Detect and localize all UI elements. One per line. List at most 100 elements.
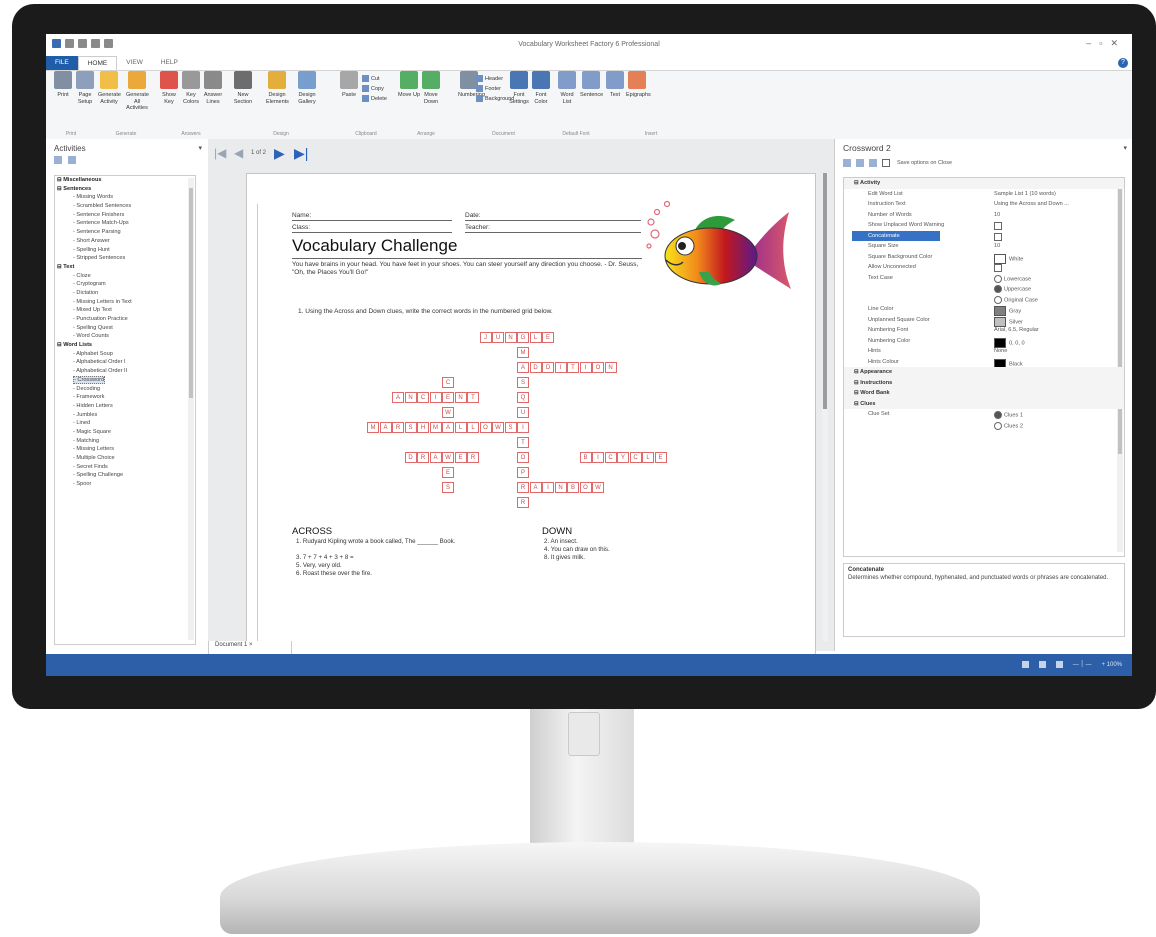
ribbon-button[interactable]: Design Elements: [266, 71, 289, 105]
tree-item[interactable]: - Secret Finds: [55, 463, 195, 472]
property-value[interactable]: Arial, 6.5, Regular: [994, 327, 1039, 333]
property-value[interactable]: Clues 1: [994, 411, 1023, 419]
worksheet-page[interactable]: Name: Date: Class: Teacher: Vocabulary C…: [246, 173, 816, 655]
ribbon-button[interactable]: Show Key: [158, 71, 180, 105]
property-value[interactable]: Sample List 1 (10 words): [994, 191, 1056, 197]
property-row[interactable]: Square Size 10: [844, 241, 1124, 252]
property-row[interactable]: Instruction Text Using the Across and Dow…: [844, 199, 1124, 210]
property-row[interactable]: Number of Words 10: [844, 210, 1124, 221]
property-row[interactable]: Allow Unconnected: [844, 262, 1124, 273]
property-section[interactable]: ⊟ Appearance: [844, 367, 1124, 378]
property-row[interactable]: Clue Set Clues 1: [844, 409, 1124, 420]
property-value[interactable]: Using the Across and Down ...: [994, 201, 1069, 207]
activities-scrollbar[interactable]: [188, 178, 194, 640]
checkbox-icon[interactable]: [994, 264, 1002, 272]
ribbon-button[interactable]: Word List: [556, 71, 578, 105]
property-section[interactable]: ⊟ Instructions: [844, 377, 1124, 388]
tree-item[interactable]: - Scrambled Sentences: [55, 202, 195, 211]
tree-item[interactable]: - Spelling Hunt: [55, 246, 195, 255]
property-row[interactable]: Unplanned Square Color Silver: [844, 315, 1124, 327]
previous-page-icon[interactable]: ◀: [234, 146, 243, 160]
tree-item[interactable]: - Missing Letters: [55, 445, 195, 454]
property-value[interactable]: 10: [994, 212, 1000, 218]
tree-item[interactable]: - Sentence Parsing: [55, 228, 195, 237]
property-row[interactable]: Numbering Font Arial, 6.5, Regular: [844, 325, 1124, 336]
property-value[interactable]: Uppercase: [994, 285, 1031, 293]
tree-item[interactable]: - Dictation: [55, 289, 195, 298]
ribbon-button[interactable]: Answer Lines: [202, 71, 224, 105]
view-normal-icon[interactable]: [1021, 661, 1029, 668]
ribbon-small-button[interactable]: Delete: [362, 95, 387, 102]
ribbon-button[interactable]: Page Setup: [74, 71, 96, 105]
radio-icon[interactable]: [994, 285, 1002, 293]
tree-category[interactable]: ⊟ Sentences: [55, 185, 195, 194]
property-row[interactable]: Hints None: [844, 346, 1124, 357]
tree-item[interactable]: - Magic Square: [55, 428, 195, 437]
tree-category[interactable]: ⊟ Word Lists: [55, 341, 195, 350]
ribbon-small-button[interactable]: Copy: [362, 85, 384, 92]
tree-category[interactable]: ⊟ Miscellaneous: [55, 176, 195, 185]
page-indicator[interactable]: 1 of 2: [251, 150, 266, 156]
property-row[interactable]: Line Color Gray: [844, 304, 1124, 316]
zoom-level[interactable]: + 100%: [1101, 662, 1122, 668]
tree-item[interactable]: - Missing Words: [55, 193, 195, 202]
tree-item[interactable]: - Jumbles: [55, 411, 195, 420]
ribbon-button[interactable]: Epigraphs: [626, 71, 651, 99]
tree-item[interactable]: - Spoor: [55, 480, 195, 489]
ribbon-button[interactable]: Key Colors: [180, 71, 202, 105]
tree-item[interactable]: - Sentence Finishers: [55, 211, 195, 220]
tab-view[interactable]: VIEW: [117, 56, 152, 70]
property-value[interactable]: 10: [994, 243, 1000, 249]
property-section[interactable]: ⊟ Activity: [844, 178, 1124, 189]
ribbon-button[interactable]: Font Color: [530, 71, 552, 105]
last-page-icon[interactable]: ▶|: [294, 145, 308, 162]
collapse-all-icon[interactable]: [68, 156, 76, 164]
tree-item[interactable]: - Word Counts: [55, 332, 195, 341]
property-row[interactable]: Clues 2: [844, 420, 1124, 431]
ribbon-small-button[interactable]: Header: [476, 75, 503, 82]
property-row[interactable]: Edit Word List Sample List 1 (10 words): [844, 189, 1124, 200]
tree-item[interactable]: - Cloze: [55, 272, 195, 281]
tab-help[interactable]: HELP: [152, 56, 187, 70]
property-value[interactable]: [994, 264, 1004, 272]
tree-item[interactable]: - Alphabetical Order I: [55, 358, 195, 367]
save-options-icon[interactable]: [869, 159, 877, 167]
document-scrollbar[interactable]: [822, 173, 828, 641]
tree-item[interactable]: - Mixed Up Text: [55, 306, 195, 315]
tree-item[interactable]: - Sentence Match-Ups: [55, 219, 195, 228]
property-row[interactable]: Numbering Color 0, 0, 0: [844, 336, 1124, 348]
tree-item[interactable]: - Decoding: [55, 385, 195, 394]
property-row[interactable]: Text Case Lowercase: [844, 273, 1124, 284]
radio-icon[interactable]: [994, 295, 1002, 304]
view-page-icon[interactable]: [1038, 661, 1046, 668]
property-section[interactable]: ⊟ Word Bank: [844, 388, 1124, 399]
tree-item[interactable]: - Stripped Sentences: [55, 254, 195, 263]
categorized-icon[interactable]: [843, 159, 851, 167]
property-value[interactable]: None: [994, 348, 1007, 354]
window-controls[interactable]: –▫✕: [1086, 38, 1126, 49]
property-section[interactable]: ⊟ Clues: [844, 398, 1124, 409]
pin-icon[interactable]: ▾: [1123, 144, 1127, 152]
property-value[interactable]: Clues 2: [994, 421, 1023, 430]
tab-home[interactable]: HOME: [77, 56, 118, 70]
property-row[interactable]: Concatenate: [844, 230, 1124, 241]
tree-item[interactable]: - Missing Letters in Text: [55, 298, 195, 307]
ribbon-button[interactable]: Sentence: [580, 71, 603, 99]
pin-icon[interactable]: ▾: [198, 144, 202, 152]
tab-file[interactable]: FILE: [46, 56, 78, 70]
help-icon[interactable]: ?: [1118, 58, 1128, 68]
ribbon-small-button[interactable]: Background: [476, 95, 514, 102]
expand-all-icon[interactable]: [54, 156, 62, 164]
property-row[interactable]: Hints Colour Black: [844, 357, 1124, 369]
ribbon-button[interactable]: Generate Activity: [98, 71, 121, 105]
tree-item[interactable]: - Spelling Quest: [55, 324, 195, 333]
tree-category[interactable]: ⊟ Text: [55, 263, 195, 272]
checkbox-icon[interactable]: [994, 232, 1002, 241]
ribbon-button[interactable]: Generate All Activities: [126, 71, 149, 112]
tree-item[interactable]: - Alphabet Soup: [55, 350, 195, 359]
tree-item[interactable]: - Framework: [55, 393, 195, 402]
ribbon-button[interactable]: Print: [52, 71, 74, 99]
ribbon-button[interactable]: New Section: [232, 71, 254, 105]
save-options-checkbox[interactable]: [882, 159, 890, 167]
ribbon-button[interactable]: Paste: [338, 71, 360, 99]
